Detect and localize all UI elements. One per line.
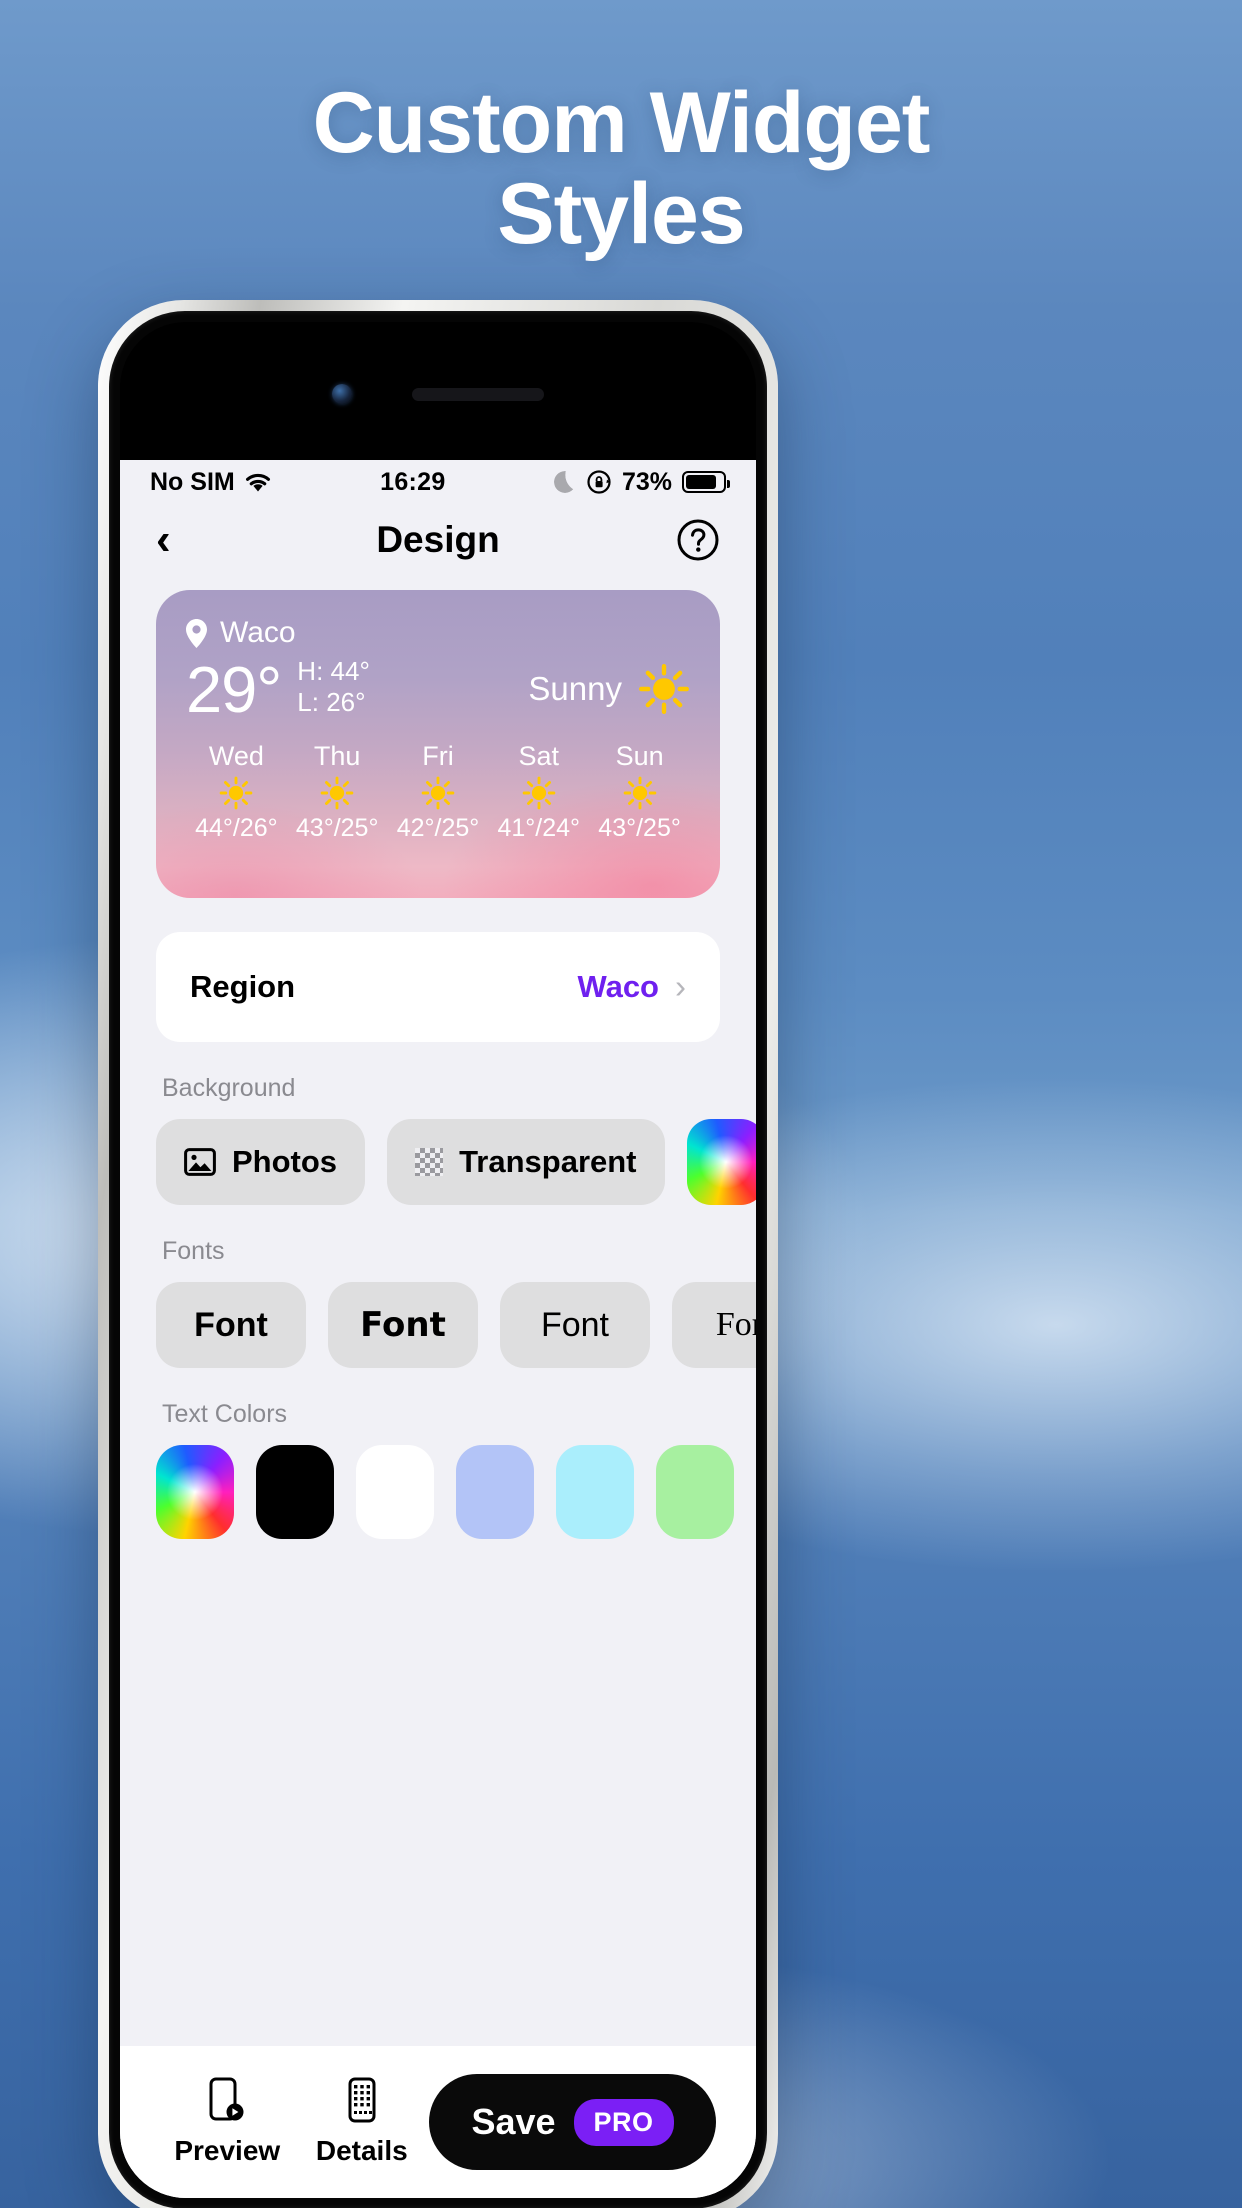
forecast-day: Fri 42°/25° <box>388 741 489 843</box>
forecast-day-name: Wed <box>208 741 264 772</box>
sun-icon <box>522 777 556 810</box>
headline-line-2: Styles <box>497 166 745 263</box>
text-colors-section-title: Text Colors <box>162 1400 288 1428</box>
region-label: Region <box>190 969 296 1004</box>
background-photos-button[interactable]: Photos <box>156 1119 366 1205</box>
weather-widget-preview[interactable]: Waco 29° H: 44° L: 26° Sunny Wed 44°/26°… <box>156 590 720 898</box>
phone-grid-icon <box>348 2077 376 2123</box>
phone-notch <box>120 374 756 414</box>
background-photos-label: Photos <box>232 1144 338 1179</box>
phone-play-icon <box>209 2077 244 2121</box>
preview-label: Preview <box>174 2135 281 2166</box>
checkerboard-icon <box>415 1148 444 1176</box>
font-option-3[interactable]: Font <box>500 1282 650 1368</box>
page-title: Design <box>376 519 500 560</box>
background-transparent-button[interactable]: Transparent <box>387 1119 665 1205</box>
widget-forecast-row: Wed 44°/26° Thu 43°/25° Fri 42°/25° Sat … <box>186 741 690 843</box>
text-color-swatch-white[interactable] <box>356 1445 434 1539</box>
fonts-options-row[interactable]: Font Font Font Font <box>156 1282 756 1368</box>
status-bar-right: 73% <box>553 467 730 497</box>
back-button[interactable]: ‹ <box>156 518 200 562</box>
bottom-toolbar: Preview Details Save PRO <box>120 2046 756 2198</box>
status-bar-clock: 16:29 <box>380 467 446 496</box>
battery-percent-label: 73% <box>621 467 672 496</box>
widget-condition: Sunny <box>528 663 690 721</box>
forecast-day: Sat 41°/24° <box>488 741 589 843</box>
text-color-swatch-black[interactable] <box>256 1445 334 1539</box>
text-color-swatch-periwinkle[interactable] <box>456 1445 534 1539</box>
forecast-day-name: Sun <box>615 741 664 772</box>
text-color-swatch-cyan[interactable] <box>556 1445 634 1539</box>
background-transparent-label: Transparent <box>459 1144 637 1179</box>
text-color-swatch-green[interactable] <box>656 1445 734 1539</box>
details-label: Details <box>315 2135 408 2166</box>
save-label: Save <box>471 2101 556 2142</box>
battery-icon <box>682 471 730 493</box>
fonts-section-title: Fonts <box>162 1237 225 1265</box>
status-bar-left: No SIM <box>150 468 272 497</box>
promo-headline: Custom Widget Styles <box>0 75 1242 263</box>
font-option-1[interactable]: Font <box>156 1282 306 1368</box>
chevron-right-icon: › <box>675 968 686 1005</box>
forecast-day-temps: 43°/25° <box>598 814 681 843</box>
widget-low: L: 26° <box>297 686 366 717</box>
widget-high-low: H: 44° L: 26° <box>297 656 370 721</box>
sun-icon <box>421 777 455 810</box>
forecast-day-name: Fri <box>422 741 454 772</box>
widget-location-label: Waco <box>220 616 296 649</box>
background-section-title: Background <box>162 1074 296 1102</box>
forecast-day-temps: 43°/25° <box>295 814 379 843</box>
region-row[interactable]: Region Waco › <box>156 932 720 1042</box>
text-color-picker-swatch[interactable] <box>156 1445 234 1539</box>
widget-main-row: 29° H: 44° L: 26° Sunny <box>186 652 690 726</box>
sun-icon <box>320 777 354 810</box>
preview-button[interactable]: Preview <box>160 2077 295 2167</box>
help-button[interactable] <box>676 518 720 562</box>
settings-scroll-area[interactable]: Waco 29° H: 44° L: 26° Sunny Wed 44°/26°… <box>120 576 756 2046</box>
region-value: Waco <box>577 969 659 1004</box>
save-button[interactable]: Save PRO <box>429 2074 716 2170</box>
forecast-day-temps: 41°/24° <box>497 814 581 843</box>
headline-line-1: Custom Widget <box>312 75 931 171</box>
phone-bezel: No SIM 16:29 73% ‹ Design Waco 29° H: 44… <box>109 311 767 2208</box>
forecast-day-temps: 44°/26° <box>195 814 278 843</box>
widget-location-row: Waco <box>186 616 690 650</box>
sun-icon <box>639 664 689 715</box>
rotation-lock-icon <box>587 470 611 494</box>
forecast-day: Thu 43°/25° <box>287 741 388 843</box>
forecast-day-temps: 42°/25° <box>396 814 480 843</box>
pro-badge: PRO <box>573 2098 674 2146</box>
forecast-day-name: Sat <box>518 741 560 772</box>
widget-condition-label: Sunny <box>528 670 622 708</box>
widget-high: H: 44° <box>297 656 370 686</box>
navigation-bar: ‹ Design <box>120 504 756 576</box>
location-pin-icon <box>186 618 207 648</box>
font-option-4[interactable]: Font <box>672 1282 756 1368</box>
details-button[interactable]: Details <box>295 2077 430 2167</box>
widget-current-temp: 29° <box>186 652 282 726</box>
text-colors-row[interactable] <box>156 1445 734 1539</box>
phone-mockup: No SIM 16:29 73% ‹ Design Waco 29° H: 44… <box>98 300 778 2208</box>
status-bar: No SIM 16:29 73% <box>120 460 756 504</box>
forecast-day: Wed 44°/26° <box>186 741 287 843</box>
photo-icon <box>184 1148 216 1176</box>
earpiece-speaker <box>412 387 544 401</box>
sun-icon <box>220 777 253 810</box>
forecast-day: Sun 43°/25° <box>589 741 690 843</box>
wifi-icon <box>245 473 270 491</box>
app-viewport: No SIM 16:29 73% ‹ Design Waco 29° H: 44… <box>120 460 756 2198</box>
carrier-label: No SIM <box>150 467 235 496</box>
forecast-day-name: Thu <box>313 741 361 772</box>
font-option-2[interactable]: Font <box>328 1282 478 1368</box>
moon-icon <box>553 471 576 493</box>
background-color-picker-swatch[interactable] <box>686 1119 756 1205</box>
front-camera-icon <box>332 384 352 404</box>
sun-icon <box>623 777 656 810</box>
background-options-row[interactable]: Photos Transparent <box>156 1119 756 1205</box>
phone-screen: No SIM 16:29 73% ‹ Design Waco 29° H: 44… <box>120 322 756 2198</box>
